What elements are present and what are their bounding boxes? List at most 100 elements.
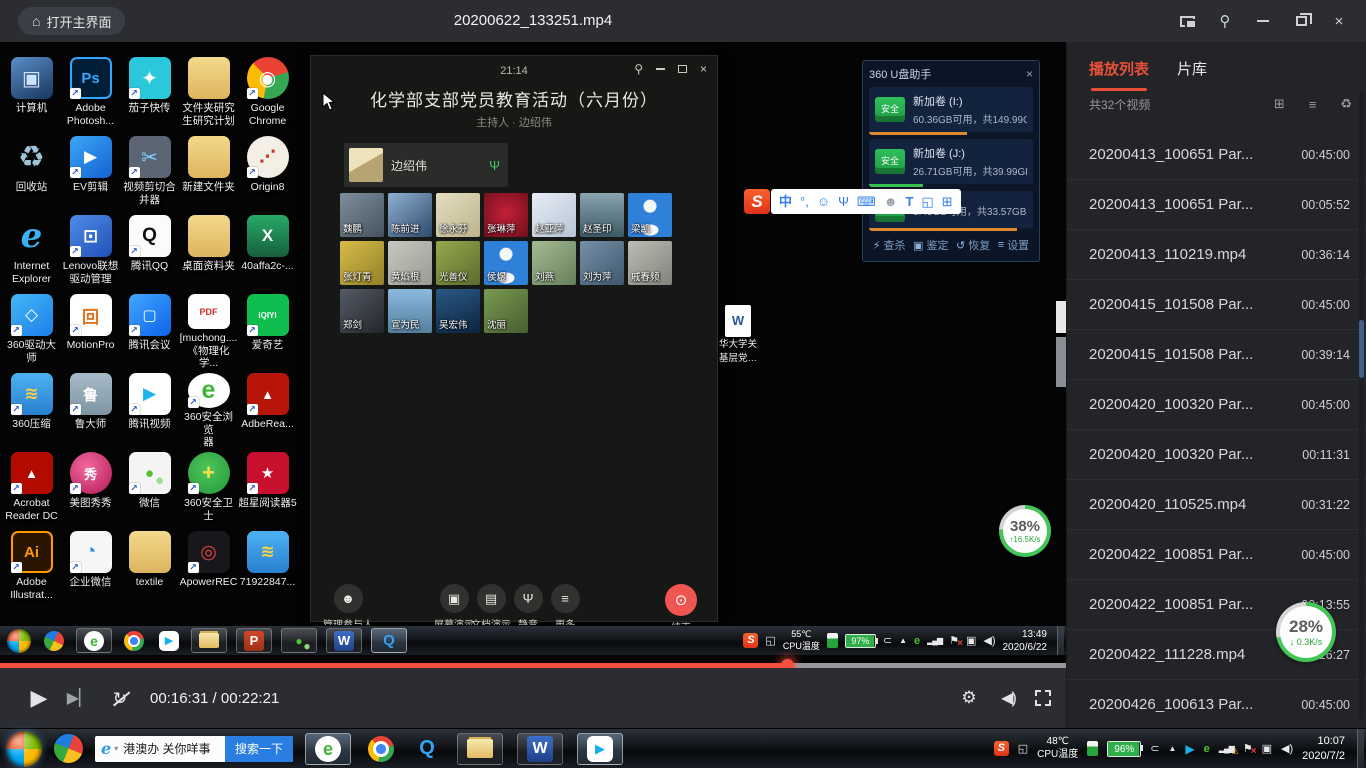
host-clock[interactable]: 10:07 2020/7/2 [1302,734,1345,763]
playlist-item[interactable]: 20200420_110525.mp4 00:31:22 [1067,480,1366,530]
playlist-item[interactable]: 20200413_100651 Par... 00:05:52 [1067,180,1366,230]
desktop-icon: ▲ AcrobatReader DC [2,449,61,528]
playlist-item[interactable]: 20200420_100320 Par... 00:45:00 [1067,380,1366,430]
playlist-item[interactable]: 20200415_101508 Par... 00:45:00 [1067,280,1366,330]
taskbar-tencent-video[interactable]: ▶ [577,733,623,765]
desktop-icon: ✦ 茄子快传 [120,54,179,133]
participant-name: 刘为萍 [583,269,612,283]
battery-indicator[interactable]: 96% [1107,741,1141,757]
window-restore-icon[interactable]: ◱ [1018,742,1028,755]
pinwheel-launcher-icon[interactable] [50,730,88,768]
open-file-icon[interactable]: ⊞ [1274,96,1285,112]
volume-tray-icon[interactable]: ◀) [1281,742,1293,755]
pin-button[interactable]: ⚲ [1206,0,1244,42]
tray-expand-icon[interactable]: ▲ [1169,744,1177,753]
playlist-item[interactable]: 20200422_100851 Par... 00:45:00 [1067,530,1366,580]
participant-name: 刘燕 [535,269,554,283]
battery-percent: 96% [1108,742,1140,756]
word-file-icon: W [725,305,751,337]
playlist-item-duration: 00:45:00 [1301,698,1350,712]
playlist-item-duration: 00:45:00 [1301,398,1350,412]
playlist-scrollbar[interactable] [1359,92,1364,720]
participant-tile: 沈丽 [484,289,528,333]
participant-tile: 梁凯 [628,193,672,237]
recorded-clock: 13:49 2020/6/22 [1003,628,1048,654]
fullscreen-button[interactable] [1026,668,1060,728]
browser-tray-icon[interactable]: e [1204,743,1210,755]
taskbar-360browser[interactable]: e [305,733,351,765]
host-taskbar: e ▾ 港澳办 关你咩事 搜索一下 e Q W ▶ S ◱ 48℃ CPU [0,728,1366,768]
participant-name: 赵圣印 [583,221,612,235]
participant-name: 梁凯 [631,221,650,235]
tab-library[interactable]: 片库 [1177,58,1207,79]
next-button[interactable]: ▶▏ [62,668,96,728]
playlist-item[interactable]: 20200426_100613 Par... 00:45:00 [1067,680,1366,730]
net-speed-ball-host[interactable]: 28% ↓ 0.3K/s [1276,602,1336,662]
clipboard-icon[interactable]: ▣ [1262,742,1272,755]
participant-tile: 宣为民 [388,289,432,333]
playlist-item-duration: 00:11:31 [1302,448,1350,462]
tab-playlist[interactable]: 播放列表 [1089,58,1149,79]
desktop-icon: Ps AdobePhotosh... [61,54,120,133]
desktop-icon: 桌面资料夹 [179,212,238,291]
sogou-logo-icon: S [744,189,770,214]
show-desktop-button[interactable] [1357,729,1364,768]
start-button[interactable] [6,731,42,767]
taskbar-meeting[interactable]: Q [411,734,443,764]
taskbar-meeting: Q [371,628,407,653]
drive-usage-bar [869,184,923,187]
maximize-button[interactable] [1282,0,1320,42]
taskbar-chrome[interactable] [365,734,397,764]
clear-playlist-icon[interactable]: ♻ [1340,96,1352,112]
power-plug-icon: ⊂ [883,634,892,647]
sogou-tray-icon[interactable]: S [994,741,1009,756]
net-speed-ball-recorded: 38% ↑16.5K/s [999,505,1051,557]
playlist-item[interactable]: 20200413_100651 Par... 00:45:00 [1067,130,1366,180]
drive-name: 新加卷 (I:) [913,93,1027,109]
search-button[interactable]: 搜索一下 [225,736,293,762]
tencent-video-tray-icon[interactable]: ▶ [1185,742,1194,756]
desktop-icon: ≋ 360压缩 [2,370,61,449]
usb-icon[interactable] [1087,741,1098,756]
playlist-item[interactable]: 20200415_101508 Par... 00:39:14 [1067,330,1366,380]
sogou-ime-bar: S 中°,☺Ψ⌨☻T◱⊞ [744,189,961,214]
participant-tile: 郑剑 [340,289,384,333]
desktop-icon: + 360安全卫士 [179,449,238,528]
loop-mode-button[interactable]: ↻ [102,668,138,728]
meeting-title: 化学部支部党员教育活动（六月份） [311,86,717,111]
playlist-item-name: 20200422_100851 Par... [1089,546,1293,563]
desktop-icon: 回 MotionPro [61,291,120,370]
desktop-icon: Q 腾讯QQ [120,212,179,291]
close-button[interactable]: × [1320,0,1358,42]
play-button[interactable]: ▶ [22,668,56,728]
volume-button[interactable]: ◀) [990,668,1026,728]
desktop-icon: ◎ ApowerREC [179,528,238,607]
more-button: ≡ 更多 [535,584,595,631]
desktop-icon: e 360安全浏览器 [179,370,238,449]
video-area[interactable]: ▣ 计算机 Ps AdobePhotosh... ✦ 茄子快传 [0,42,1066,663]
playlist-item-name: 20200422_100851 Par... [1089,596,1293,613]
taskbar-word[interactable]: W [517,733,563,765]
participant-grid: 魏鹏 陈前进 徐永芬 张琳萍 赵亚萍 赵圣印 梁凯 张灯青 [340,193,676,337]
battery-percent: 97% [846,635,875,647]
participant-name: 侯煜 [487,269,506,283]
pin-icon: ⚲ [634,62,643,76]
taskbar-folder [191,628,227,653]
action-center-flag-icon[interactable]: ⚑ [1243,742,1253,755]
warning-icon: ⚠ [1232,747,1238,756]
collapse-list-icon[interactable]: ≡ [1309,97,1317,112]
search-input[interactable]: 港澳办 关你咩事 [123,740,225,757]
meeting-host-line: 主持人 · 边绍伟 [311,114,717,130]
network-signal-icon[interactable]: ▂▄▆⚠ [1219,744,1234,753]
scrollbar-thumb[interactable] [1359,320,1364,378]
chevron-down-icon[interactable]: ▾ [114,744,118,753]
taskbar-folder[interactable] [457,733,503,765]
settings-button[interactable]: ⚙ [952,668,986,728]
desktop-icon: ★ 超星阅读器5 [238,449,297,528]
playlist-item[interactable]: 20200413_110219.mp4 00:36:14 [1067,230,1366,280]
playlist-item[interactable]: 20200420_100320 Par... 00:11:31 [1067,430,1366,480]
minimize-button[interactable] [1244,0,1282,42]
taskbar-wechat: ● [281,628,317,653]
miniplayer-button[interactable] [1168,0,1206,42]
ie-search-box[interactable]: e ▾ 港澳办 关你咩事 搜索一下 [95,736,293,762]
